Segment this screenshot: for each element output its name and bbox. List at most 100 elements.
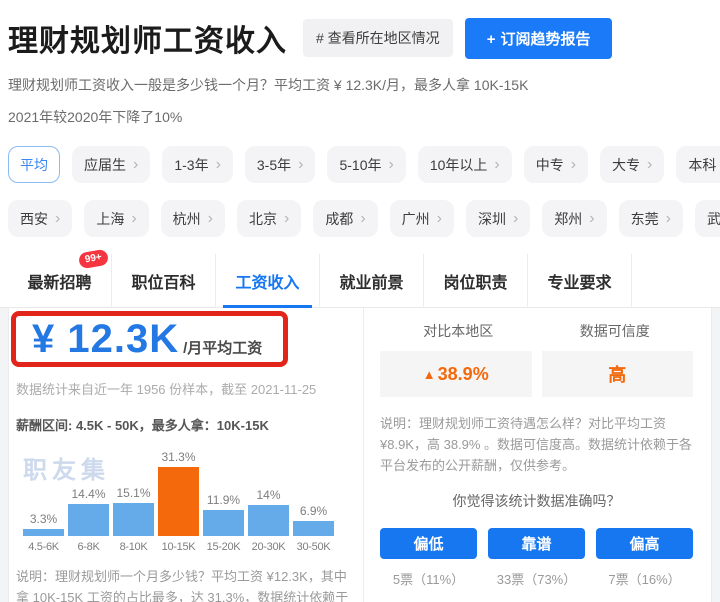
- chevron-right-icon: ›: [437, 211, 442, 227]
- bar: [23, 529, 64, 536]
- bar: [248, 505, 289, 536]
- watermark: 职友集: [23, 450, 110, 485]
- local-compare-value-box: ▲38.9%: [380, 351, 532, 397]
- chevron-right-icon: ›: [133, 157, 138, 173]
- city-shanghai[interactable]: 上海›: [84, 200, 148, 237]
- filter-10-plus-years[interactable]: 10年以上›: [418, 146, 512, 183]
- chevron-right-icon: ›: [55, 211, 60, 227]
- chevron-right-icon: ›: [571, 157, 576, 173]
- bar-15-20K: 11.9%: [201, 493, 246, 536]
- trend-note: 2021年较2020年下降了10%: [8, 107, 712, 127]
- tab-bar: 最新招聘99+ 职位百科 工资收入 就业前景 岗位职责 专业要求: [0, 254, 720, 308]
- bar: [68, 504, 109, 536]
- tab-job-wiki[interactable]: 职位百科: [112, 254, 216, 307]
- city-dongguan[interactable]: 东莞›: [619, 200, 683, 237]
- city-chengdu[interactable]: 成都›: [313, 200, 377, 237]
- bar: [113, 503, 154, 536]
- salary-stats-card: ¥ 12.3K /月平均工资 数据统计来自近一年 1956 份样本，截至 202…: [8, 308, 712, 602]
- city-shenzhen[interactable]: 深圳›: [466, 200, 530, 237]
- filter-3-5-years[interactable]: 3-5年›: [245, 146, 316, 183]
- city-xian[interactable]: 西安›: [8, 200, 72, 237]
- city-hangzhou[interactable]: 杭州›: [161, 200, 225, 237]
- filter-5-10-years[interactable]: 5-10年›: [327, 146, 405, 183]
- chevron-right-icon: ›: [216, 157, 221, 173]
- average-salary-unit: /月平均工资: [183, 337, 262, 358]
- chevron-right-icon: ›: [666, 211, 671, 227]
- bar: [203, 510, 244, 536]
- bar-20-30K: 14%: [246, 488, 291, 536]
- comparison-right-panel: 对比本地区 数据可信度 ▲38.9% 高 说明：理财规划师工资待遇怎么样？对比平…: [363, 308, 711, 602]
- city-beijing[interactable]: 北京›: [237, 200, 301, 237]
- region-tag[interactable]: # 查看所在地区情况: [303, 19, 453, 57]
- bar-highlighted: [158, 467, 199, 536]
- city-guangzhou[interactable]: 广州›: [390, 200, 454, 237]
- average-salary-value: ¥ 12.3K: [32, 319, 179, 359]
- chevron-right-icon: ›: [589, 211, 594, 227]
- confidence-value-box: 高: [542, 351, 694, 397]
- chevron-right-icon: ›: [360, 211, 365, 227]
- up-arrow-icon: ▲: [423, 367, 436, 382]
- vote-reliable-button[interactable]: 靠谱: [488, 528, 585, 559]
- filter-1-3-years[interactable]: 1-3年›: [162, 146, 233, 183]
- vote-high-button[interactable]: 偏高: [596, 528, 693, 559]
- salary-summary-text: 理财规划师工资收入一般是多少钱一个月？平均工资 ¥ 12.3K/月，最多人拿 1…: [8, 75, 712, 95]
- poll-option-reliable: 靠谱 33票（73%）: [488, 528, 585, 588]
- comparison-description: 说明：理财规划师工资待遇怎么样？对比平均工资 ¥8.9K，高 38.9% 。数据…: [380, 413, 693, 476]
- filter-fresh-graduate[interactable]: 应届生›: [72, 146, 150, 183]
- salary-page: 理财规划师工资收入 # 查看所在地区情况 +订阅趋势报告 理财规划师工资收入一般…: [0, 0, 720, 602]
- confidence-header: 数据可信度: [537, 321, 694, 341]
- filter-technical-secondary[interactable]: 中专›: [524, 146, 588, 183]
- salary-description: 说明：理财规划师一个月多少钱？平均工资 ¥12.3K，其中拿 10K-15K 工…: [16, 566, 349, 602]
- sample-note: 数据统计来自近一年 1956 份样本，截至 2021-11-25: [16, 379, 363, 398]
- local-compare-value: 38.9%: [438, 364, 489, 385]
- local-compare-header: 对比本地区: [380, 321, 537, 341]
- average-salary-highlight-box: ¥ 12.3K /月平均工资: [11, 311, 288, 367]
- subscribe-label: 订阅趋势报告: [500, 31, 590, 48]
- bar-10-15K: 31.3%: [156, 450, 201, 536]
- plus-icon: +: [487, 31, 496, 48]
- chevron-right-icon: ›: [647, 157, 652, 173]
- poll-option-high: 偏高 7票（16%）: [596, 528, 693, 588]
- city-filter-row: 西安› 上海› 杭州› 北京› 成都› 广州› 深圳› 郑州› 东莞› 武汉›: [0, 200, 720, 237]
- content-card-wrap: ¥ 12.3K /月平均工资 数据统计来自近一年 1956 份样本，截至 202…: [0, 308, 720, 602]
- filter-average[interactable]: 平均: [8, 146, 60, 183]
- chart-x-axis: 4.5-6K 6-8K 8-10K 10-15K 15-20K 20-30K 3…: [21, 536, 341, 553]
- vote-reliable-count: 33票（73%）: [488, 569, 585, 588]
- poll-options: 偏低 5票（11%） 靠谱 33票（73%） 偏高 7票（16%）: [380, 528, 693, 588]
- tab-job-duties[interactable]: 岗位职责: [424, 254, 528, 307]
- chevron-right-icon: ›: [284, 211, 289, 227]
- bar-8-10K: 15.1%: [111, 486, 156, 536]
- bar-6-8K: 14.4%: [66, 487, 111, 536]
- bar-4.5-6K: 3.3%: [21, 512, 66, 536]
- salary-left-panel: ¥ 12.3K /月平均工资 数据统计来自近一年 1956 份样本，截至 202…: [9, 308, 363, 602]
- chevron-right-icon: ›: [494, 157, 499, 173]
- tab-latest-jobs[interactable]: 最新招聘99+: [8, 254, 112, 307]
- filter-bachelor[interactable]: 本科›: [676, 146, 720, 183]
- notification-badge: 99+: [78, 249, 109, 270]
- poll-option-low: 偏低 5票（11%）: [380, 528, 477, 588]
- filter-junior-college[interactable]: 大专›: [600, 146, 664, 183]
- chevron-right-icon: ›: [388, 157, 393, 173]
- subscribe-button[interactable]: +订阅趋势报告: [465, 18, 613, 59]
- salary-distribution-chart: 职友集 3.3% 14.4% 15.1% 31.3% 11.9% 14% 6.9…: [21, 448, 341, 553]
- confidence-value: 高: [608, 361, 626, 387]
- page-title: 理财规划师工资收入: [8, 16, 287, 60]
- city-zhengzhou[interactable]: 郑州›: [542, 200, 606, 237]
- chevron-right-icon: ›: [513, 211, 518, 227]
- chevron-right-icon: ›: [208, 211, 213, 227]
- city-wuhan[interactable]: 武汉›: [695, 200, 720, 237]
- salary-range-note: 薪酬区间: 4.5K - 50K，最多人拿：10K-15K: [16, 415, 363, 434]
- tab-major-requirements[interactable]: 专业要求: [528, 254, 632, 307]
- chevron-right-icon: ›: [131, 211, 136, 227]
- page-header: 理财规划师工资收入 # 查看所在地区情况 +订阅趋势报告 理财规划师工资收入一般…: [0, 0, 720, 127]
- tab-salary-income[interactable]: 工资收入: [216, 254, 320, 307]
- tab-employment-outlook[interactable]: 就业前景: [320, 254, 424, 307]
- bar-30-50K: 6.9%: [291, 504, 336, 536]
- poll-question: 你觉得该统计数据准确吗？: [380, 491, 693, 511]
- experience-filter-row: 平均 应届生› 1-3年› 3-5年› 5-10年› 10年以上› 中专› 大专…: [0, 146, 720, 183]
- bar: [293, 521, 334, 536]
- chevron-right-icon: ›: [298, 157, 303, 173]
- vote-low-count: 5票（11%）: [380, 569, 477, 588]
- vote-high-count: 7票（16%）: [596, 569, 693, 588]
- vote-low-button[interactable]: 偏低: [380, 528, 477, 559]
